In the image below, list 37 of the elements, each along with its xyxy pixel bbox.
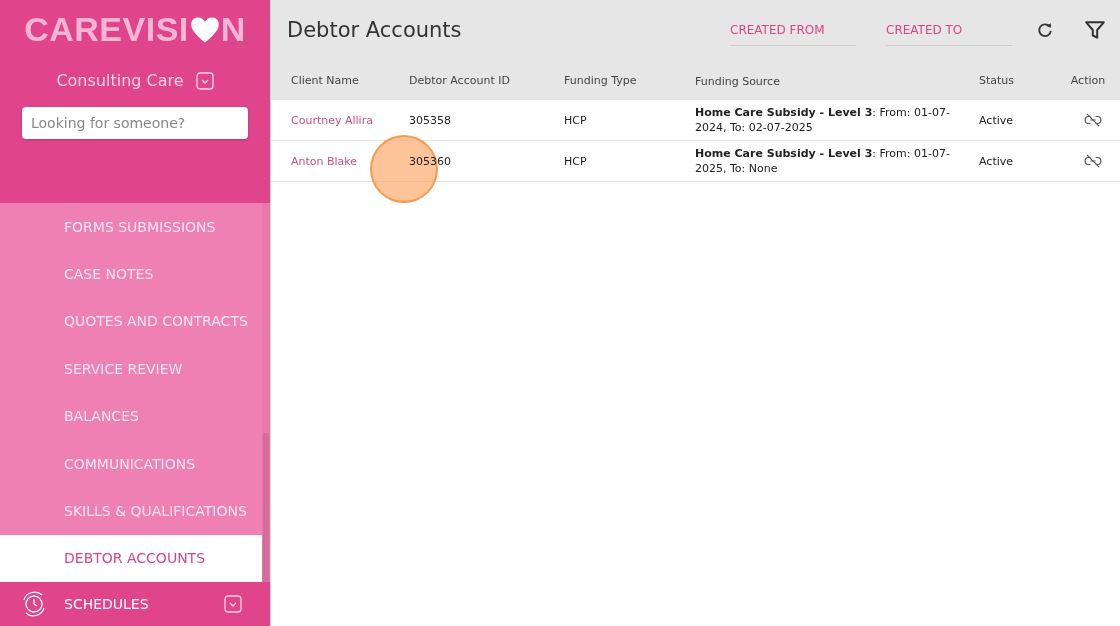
sidebar-item[interactable]: FORMS SUBMISSIONS <box>0 202 262 251</box>
sidebar-section[interactable]: SCHEDULES <box>64 596 224 612</box>
unlink-icon[interactable] <box>1084 154 1102 168</box>
column-header: Client Name <box>290 73 360 87</box>
table-cell: Active <box>979 154 1014 168</box>
page-title: Debtor Accounts <box>287 18 463 42</box>
dropdown-icon[interactable] <box>195 71 214 90</box>
filter-icon[interactable] <box>1084 19 1106 41</box>
sidebar-item[interactable]: QUOTES AND CONTRACTS <box>0 297 262 346</box>
column-header: Debtor Account ID <box>408 73 511 87</box>
organization-name: Consulting Care <box>56 71 184 90</box>
sidebar-item[interactable]: DEBTOR ACCOUNTS <box>0 534 262 582</box>
table-cell: Home Care Subsidy - Level 3: From: 01-07-2025, To: None <box>695 147 950 175</box>
sidebar-item[interactable]: SERVICE REVIEW <box>0 345 262 393</box>
date-field[interactable]: CREATED TO <box>886 14 1012 46</box>
column-header: Funding Source <box>694 74 781 88</box>
table-cell: 305358 <box>409 113 451 127</box>
column-header: Action <box>1069 73 1107 87</box>
sidebar-item[interactable]: CASE NOTES <box>0 250 262 298</box>
unlink-icon[interactable] <box>1084 113 1102 127</box>
table-cell: 305360 <box>409 154 451 168</box>
column-header: Funding Type <box>563 73 638 87</box>
table-cell: HCP <box>564 113 587 127</box>
table-cell: Home Care Subsidy - Level 3: From: 01-07-2024, To: 02-07-2025 <box>695 106 950 134</box>
sidebar-item[interactable]: BALANCES <box>0 392 262 440</box>
expand-icon[interactable] <box>224 595 242 613</box>
column-header: Status <box>978 73 1016 87</box>
sidebar-item[interactable]: COMMUNICATIONS <box>0 439 262 488</box>
table-cell: Active <box>979 113 1014 127</box>
logo: CAREVISI N <box>24 10 246 49</box>
client-link[interactable]: Courtney Allira <box>291 113 373 127</box>
refresh-icon[interactable] <box>1036 21 1054 39</box>
client-link[interactable]: Anton Blake <box>291 154 358 168</box>
table-cell: HCP <box>564 154 587 168</box>
date-field[interactable]: CREATED FROM <box>730 14 856 46</box>
sidebar-item[interactable]: SKILLS & QUALIFICATIONS <box>0 487 262 535</box>
search-field[interactable]: Looking for someone? <box>22 107 248 139</box>
